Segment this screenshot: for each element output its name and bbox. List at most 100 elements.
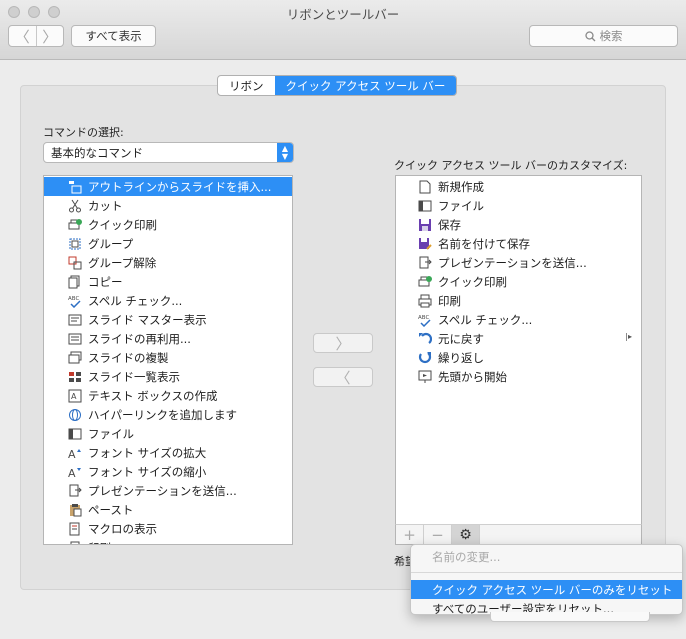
list-item[interactable]: A フォント サイズの拡大 <box>44 443 292 462</box>
list-item-label: 印刷 <box>88 540 111 545</box>
svg-text:A: A <box>68 448 76 460</box>
redo-icon <box>418 351 432 365</box>
hyperlink-icon <box>68 408 82 422</box>
list-item[interactable]: マクロの表示 <box>44 519 292 538</box>
command-category-select[interactable]: 基本的なコマンド ▲ ▼ <box>43 142 294 163</box>
print-icon <box>68 541 82 544</box>
svg-text:A: A <box>71 392 77 401</box>
gear-icon[interactable]: ⚙ <box>452 525 480 544</box>
list-item[interactable]: ABC スペル チェック... <box>396 310 641 329</box>
back-button[interactable]: 〈 <box>9 26 36 46</box>
list-item[interactable]: コピー <box>44 272 292 291</box>
qat-edit-bar: + − ⚙ <box>395 524 642 545</box>
list-item[interactable]: 名前を付けて保存 <box>396 234 641 253</box>
paste-icon <box>68 503 82 517</box>
svg-text:ABC: ABC <box>418 315 429 321</box>
list-item[interactable]: ファイル <box>396 196 641 215</box>
list-item[interactable]: クイック印刷 <box>396 272 641 291</box>
tab-quick-access-toolbar[interactable]: クイック アクセス ツール バー <box>274 76 457 95</box>
list-item[interactable]: アウトラインからスライドを挿入... <box>44 177 292 196</box>
list-item[interactable]: スライドの再利用... <box>44 329 292 348</box>
search-field[interactable]: 検索 <box>529 25 678 47</box>
macro-icon <box>68 522 82 536</box>
menu-item-rename: 名前の変更... <box>432 549 501 564</box>
list-item-label: スライド マスター表示 <box>88 312 207 327</box>
list-item-label: アウトラインからスライドを挿入... <box>88 179 272 194</box>
slide-master-icon <box>68 313 82 327</box>
list-item[interactable]: 先頭から開始 <box>396 367 641 386</box>
menu-separator <box>411 572 682 573</box>
list-item[interactable]: プレゼンテーションを送信... <box>396 253 641 272</box>
menu-item-reset-qat[interactable]: クイック アクセス ツール バーのみをリセット <box>411 580 682 599</box>
save-icon <box>418 218 432 232</box>
add-to-toolbar-button[interactable]: 〉 <box>313 333 373 353</box>
commands-list[interactable]: アウトラインからスライドを挿入... カットクイック印刷 グループグループ解除 コピー… <box>43 175 293 545</box>
list-item[interactable]: A フォント サイズの縮小 <box>44 462 292 481</box>
scissors-icon <box>68 199 82 213</box>
list-item-label: フォント サイズの縮小 <box>88 464 207 479</box>
list-item-label: スライド一覧表示 <box>88 369 180 384</box>
list-item[interactable]: 保存 <box>396 215 641 234</box>
quick-print-icon <box>418 275 432 289</box>
list-item[interactable]: スライドの複製 <box>44 348 292 367</box>
list-item[interactable]: ファイル <box>44 424 292 443</box>
list-item-label: クイック印刷 <box>88 217 157 232</box>
list-item-label: プレゼンテーションを送信... <box>88 483 237 498</box>
start-slideshow-icon <box>418 370 432 384</box>
duplicate-slide-icon <box>68 351 82 365</box>
list-item[interactable]: カット <box>44 196 292 215</box>
list-item-label: テキスト ボックスの作成 <box>88 388 218 403</box>
file-icon <box>68 427 82 441</box>
forward-button[interactable]: 〉 <box>35 26 64 46</box>
list-item-label: フォント サイズの拡大 <box>88 445 207 460</box>
chevron-updown-icon: ▲ ▼ <box>277 143 293 162</box>
copy-icon <box>68 275 82 289</box>
list-item[interactable]: 印刷 <box>44 538 292 545</box>
list-item-label: スペル チェック... <box>88 293 183 308</box>
list-item[interactable]: クイック印刷 <box>44 215 292 234</box>
list-item-label: 元に戻す <box>438 331 484 346</box>
save-as-icon <box>418 237 432 251</box>
list-item[interactable]: ハイパーリンクを追加します <box>44 405 292 424</box>
bottom-button[interactable] <box>490 612 650 622</box>
list-item-label: ファイル <box>88 426 134 441</box>
remove-from-toolbar-button[interactable]: 〈 <box>313 367 373 387</box>
send-presentation-icon <box>68 484 82 498</box>
text-box-icon: A <box>68 389 82 403</box>
list-item[interactable]: A テキスト ボックスの作成 <box>44 386 292 405</box>
list-item-label: スライドの複製 <box>88 350 169 365</box>
show-all-button[interactable]: すべて表示 <box>71 25 156 47</box>
list-item[interactable]: 元に戻す <box>396 329 641 348</box>
ungroup-icon <box>68 256 82 270</box>
list-item[interactable]: スライド マスター表示 <box>44 310 292 329</box>
list-item[interactable]: プレゼンテーションを送信... <box>44 481 292 500</box>
list-item-label: マクロの表示 <box>88 521 157 536</box>
new-document-icon <box>418 180 432 194</box>
svg-text:A: A <box>68 467 76 479</box>
list-item-label: グループ解除 <box>88 255 157 270</box>
list-item-label: クイック印刷 <box>438 274 507 289</box>
list-item[interactable]: 繰り返し <box>396 348 641 367</box>
list-item[interactable]: ペースト <box>44 500 292 519</box>
list-item-label: スペル チェック... <box>438 312 533 327</box>
list-item-label: ハイパーリンクを追加します <box>88 407 238 422</box>
quick-print-icon <box>68 218 82 232</box>
list-item[interactable]: 印刷 <box>396 291 641 310</box>
list-item-label: 新規作成 <box>438 179 484 194</box>
remove-item-button[interactable]: − <box>424 525 452 544</box>
tab-ribbon[interactable]: リボン <box>218 76 274 95</box>
list-item-label: コピー <box>88 274 123 289</box>
list-item[interactable]: 新規作成 <box>396 177 641 196</box>
add-item-button[interactable]: + <box>396 525 424 544</box>
list-item-label: 先頭から開始 <box>438 369 507 384</box>
list-item-label: 名前を付けて保存 <box>438 236 530 251</box>
print-icon <box>418 294 432 308</box>
list-item[interactable]: ABC スペル チェック... <box>44 291 292 310</box>
qat-list[interactable]: 新規作成ファイル保存名前を付けて保存プレゼンテーションを送信... クイック印刷印… <box>395 175 642 525</box>
list-item[interactable]: スライド一覧表示 <box>44 367 292 386</box>
list-item[interactable]: グループ <box>44 234 292 253</box>
gear-context-menu: 名前の変更... クイック アクセス ツール バーのみをリセット すべてのユーザ… <box>410 544 683 616</box>
list-item-label: 保存 <box>438 217 461 232</box>
list-item[interactable]: グループ解除 <box>44 253 292 272</box>
list-item-label: グループ <box>88 236 134 251</box>
